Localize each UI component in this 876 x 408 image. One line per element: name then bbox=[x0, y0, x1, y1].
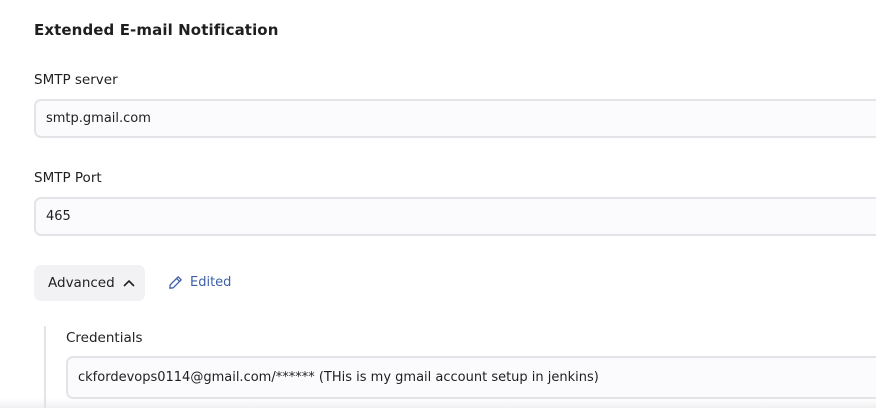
pencil-icon bbox=[168, 275, 183, 290]
email-notification-config: Extended E-mail Notification SMTP server… bbox=[0, 0, 876, 408]
advanced-button-label: Advanced bbox=[48, 275, 115, 291]
smtp-server-label: SMTP server bbox=[34, 72, 118, 88]
smtp-server-input[interactable] bbox=[34, 99, 876, 138]
section-title: Extended E-mail Notification bbox=[34, 21, 279, 39]
smtp-port-input[interactable] bbox=[34, 197, 876, 236]
smtp-port-label: SMTP Port bbox=[34, 170, 102, 186]
credentials-selected-value: ckfordevops0114@gmail.com/****** (THis i… bbox=[78, 370, 599, 385]
credentials-label: Credentials bbox=[66, 330, 143, 346]
edited-indicator: Edited bbox=[168, 275, 231, 290]
edited-label: Edited bbox=[190, 275, 232, 290]
chevron-up-icon bbox=[123, 279, 135, 287]
advanced-toggle-button[interactable]: Advanced bbox=[34, 265, 145, 301]
credentials-select[interactable]: ckfordevops0114@gmail.com/****** (THis i… bbox=[66, 356, 876, 399]
